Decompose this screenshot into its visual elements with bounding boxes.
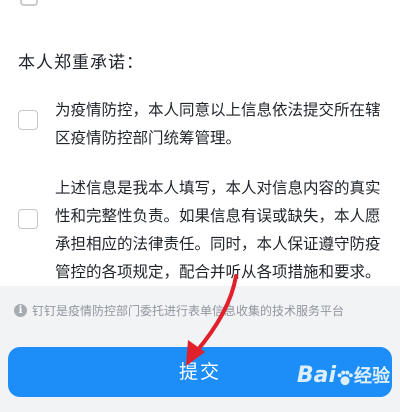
commitment-text-1: 为疫情防控，本人同意以上信息依法提交所在辖 区疫情防控部门统筹管理。 xyxy=(55,101,381,147)
baidu-watermark: Bai 经验 jingyan.baidu.com xyxy=(288,363,390,409)
form-card: 本人郑重承诺： 为疫情防控，本人同意以上信息依法提交所在辖 区疫情防控部门统筹管… xyxy=(0,0,400,286)
commitment-text-2: 上述信息是我本人填写，本人对信息内容的真实 性和完整性负责。如果信息有误或缺失，… xyxy=(55,179,381,281)
previous-checkbox-partial[interactable] xyxy=(20,0,38,6)
paw-icon xyxy=(337,370,353,385)
commitment-checkbox-2[interactable] xyxy=(18,209,38,229)
info-icon: i xyxy=(14,304,27,317)
commitment-checkbox-1[interactable] xyxy=(18,110,38,130)
footer-note-text: 钉钉是疫情防控部门委托进行表单信息收集的技术服务平台 xyxy=(32,304,345,318)
section-title: 本人郑重承诺： xyxy=(18,53,144,73)
footer-note: i 钉钉是疫情防控部门委托进行表单信息收集的技术服务平台 xyxy=(14,302,344,319)
